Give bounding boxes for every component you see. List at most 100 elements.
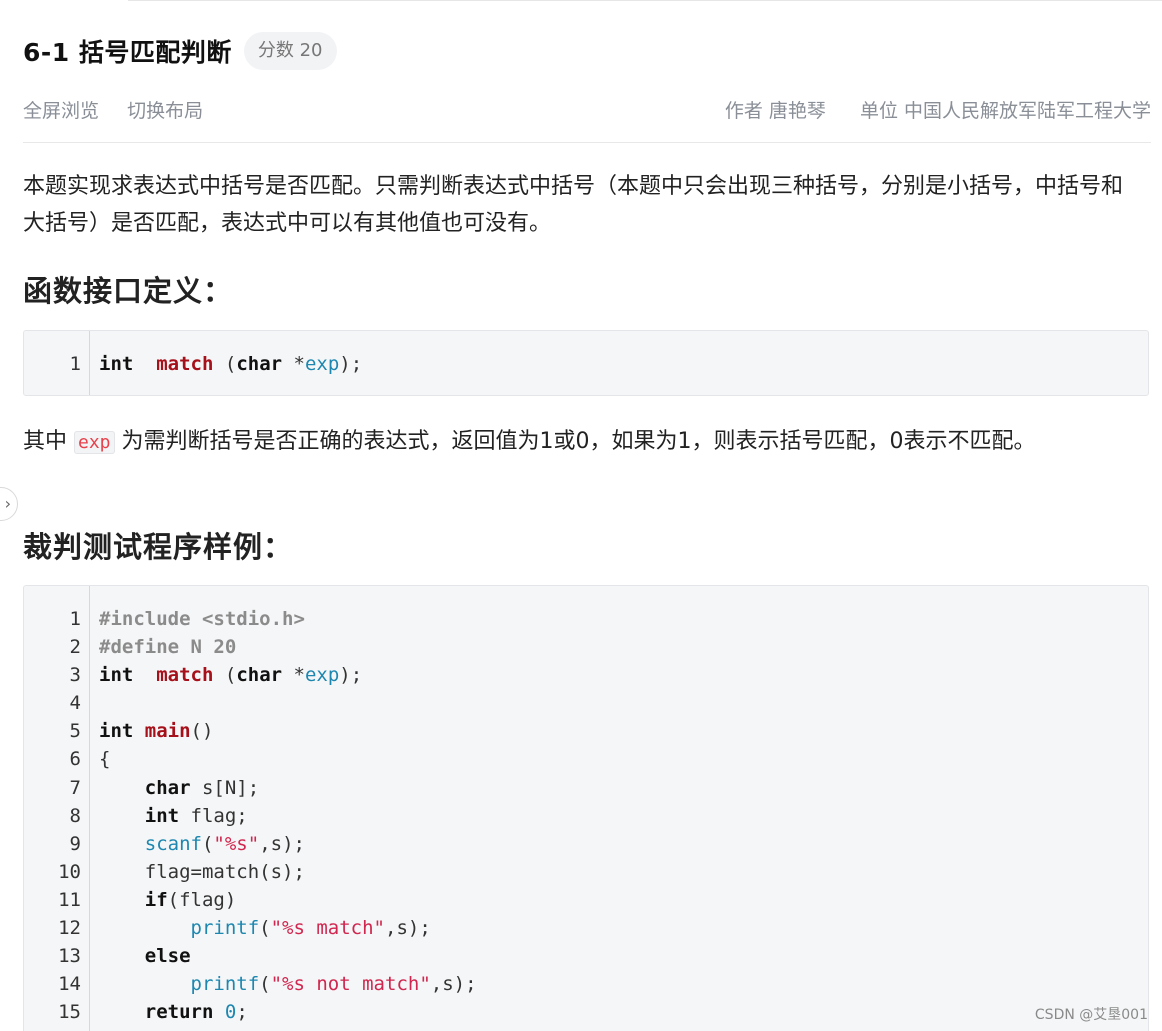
code-line: 9 scanf("%s",s); bbox=[24, 830, 1148, 858]
line-number: 5 bbox=[69, 720, 81, 743]
code-token: int bbox=[99, 664, 134, 687]
code-token: ( bbox=[213, 664, 237, 687]
code-token: printf bbox=[190, 917, 260, 940]
code-line: 5 int main() bbox=[24, 717, 1148, 745]
code-token: ( bbox=[259, 917, 271, 940]
interface-heading: 函数接口定义： bbox=[23, 274, 234, 308]
code-line: 13 else bbox=[24, 942, 1148, 970]
line-number: 4 bbox=[69, 692, 81, 715]
inline-code-exp: exp bbox=[74, 431, 115, 454]
code-token: else bbox=[144, 945, 191, 968]
code-line: 1 #include <stdio.h> bbox=[24, 605, 1148, 633]
code-token: s[N]; bbox=[190, 776, 260, 799]
code-token: char bbox=[236, 664, 283, 687]
author-info: 作者 唐艳琴 bbox=[724, 100, 826, 122]
code-token: int bbox=[99, 353, 134, 375]
code-line: 7 char s[N]; bbox=[24, 774, 1148, 802]
code-token: ( bbox=[213, 353, 237, 375]
sidebar-toggle-button[interactable]: › bbox=[0, 487, 18, 521]
code-token: ( bbox=[259, 973, 271, 996]
code-token: int bbox=[144, 804, 180, 827]
code-token: main bbox=[144, 720, 191, 743]
code-token: * bbox=[282, 664, 305, 687]
code-text: printf("%s match",s); bbox=[99, 914, 431, 942]
code-text: #define N 20 bbox=[99, 633, 236, 661]
code-text: scanf("%s",s); bbox=[99, 830, 305, 858]
code-line: 15 return 0; bbox=[24, 998, 1148, 1026]
code-text: else bbox=[99, 942, 191, 970]
watermark: CSDN @艾垦001 bbox=[1034, 1007, 1148, 1023]
code-token: printf bbox=[190, 973, 260, 996]
line-number: 1 bbox=[69, 353, 81, 375]
code-text: char s[N]; bbox=[99, 774, 259, 802]
code-token: return bbox=[144, 1001, 214, 1024]
code-line: 1 int match (char *exp); bbox=[24, 350, 1148, 378]
code-token: ; bbox=[236, 1001, 248, 1024]
code-line: 14 printf("%s not match",s); bbox=[24, 970, 1148, 998]
code-text: flag=match(s); bbox=[99, 858, 305, 886]
code-text: printf("%s not match",s); bbox=[99, 970, 477, 998]
line-number: 3 bbox=[69, 664, 81, 687]
line-number: 8 bbox=[69, 804, 81, 827]
code-token: match bbox=[156, 353, 214, 375]
code-token: "%s not match" bbox=[270, 973, 431, 996]
code-text: int match (char *exp); bbox=[99, 350, 362, 378]
code-text: int flag; bbox=[99, 802, 248, 830]
code-line: 3 int match (char *exp); bbox=[24, 661, 1148, 689]
line-number: 13 bbox=[58, 945, 81, 968]
code-token: ); bbox=[339, 353, 363, 375]
code-text: { bbox=[99, 745, 110, 773]
code-token: exp bbox=[304, 353, 340, 375]
view-actions: 全屏浏览 切换布局 bbox=[23, 96, 225, 123]
line-number: 7 bbox=[69, 776, 81, 799]
sample-heading: 裁判测试程序样例： bbox=[23, 530, 294, 564]
code-token: #define N 20 bbox=[99, 636, 237, 659]
code-token: ,s); bbox=[430, 973, 477, 996]
code-token: scanf bbox=[144, 832, 202, 855]
code-line: 2 #define N 20 bbox=[24, 633, 1148, 661]
toggle-layout-link[interactable]: 切换布局 bbox=[127, 100, 203, 122]
code-token: 0 bbox=[224, 1001, 237, 1024]
code-text: int match (char *exp); bbox=[99, 661, 362, 689]
line-number: 14 bbox=[58, 973, 81, 996]
interface-code-block: 1 int match (char *exp); bbox=[23, 330, 1149, 396]
code-token: "%s match" bbox=[270, 917, 385, 940]
sample-code-lines: 1 #include <stdio.h> 2 #define N 20 3 int mat… bbox=[24, 605, 1148, 1026]
code-token: char bbox=[236, 353, 283, 375]
code-token: #include <stdio.h> bbox=[99, 608, 305, 630]
code-line: 10 flag=match(s); bbox=[24, 858, 1148, 886]
fullscreen-link[interactable]: 全屏浏览 bbox=[23, 100, 99, 122]
parameter-description: 其中 exp 为需判断括号是否正确的表达式，返回值为1或0，如果为1，则表示括号… bbox=[23, 423, 1143, 461]
code-token: exp bbox=[304, 664, 340, 687]
problem-meta: 作者 唐艳琴 单位 中国人民解放军陆军工程大学 bbox=[697, 96, 1151, 123]
chevron-right-icon: › bbox=[4, 494, 11, 513]
code-token: { bbox=[99, 748, 111, 771]
code-line: 6{ bbox=[24, 745, 1148, 773]
code-token: if bbox=[144, 888, 168, 911]
line-number: 15 bbox=[58, 1001, 81, 1024]
top-divider bbox=[128, 0, 1162, 1]
code-token: int bbox=[99, 720, 134, 743]
param-text-before: 其中 bbox=[23, 429, 74, 454]
code-token: (flag) bbox=[167, 888, 237, 911]
score-badge: 分数 20 bbox=[243, 32, 337, 70]
problem-header: 6-1 括号匹配判断 分数 20 bbox=[23, 31, 337, 71]
code-token: match bbox=[156, 664, 214, 687]
unit-info: 单位 中国人民解放军陆军工程大学 bbox=[859, 100, 1151, 122]
code-token: ,s); bbox=[385, 917, 431, 940]
code-token: () bbox=[190, 720, 214, 743]
code-token: flag; bbox=[179, 804, 248, 827]
line-number: 10 bbox=[58, 860, 81, 883]
code-line: 4 bbox=[24, 689, 1148, 717]
code-line: 12 printf("%s match",s); bbox=[24, 914, 1148, 942]
param-text-after: 为需判断括号是否正确的表达式，返回值为1或0，如果为1，则表示括号匹配，0表示不… bbox=[114, 429, 1036, 454]
